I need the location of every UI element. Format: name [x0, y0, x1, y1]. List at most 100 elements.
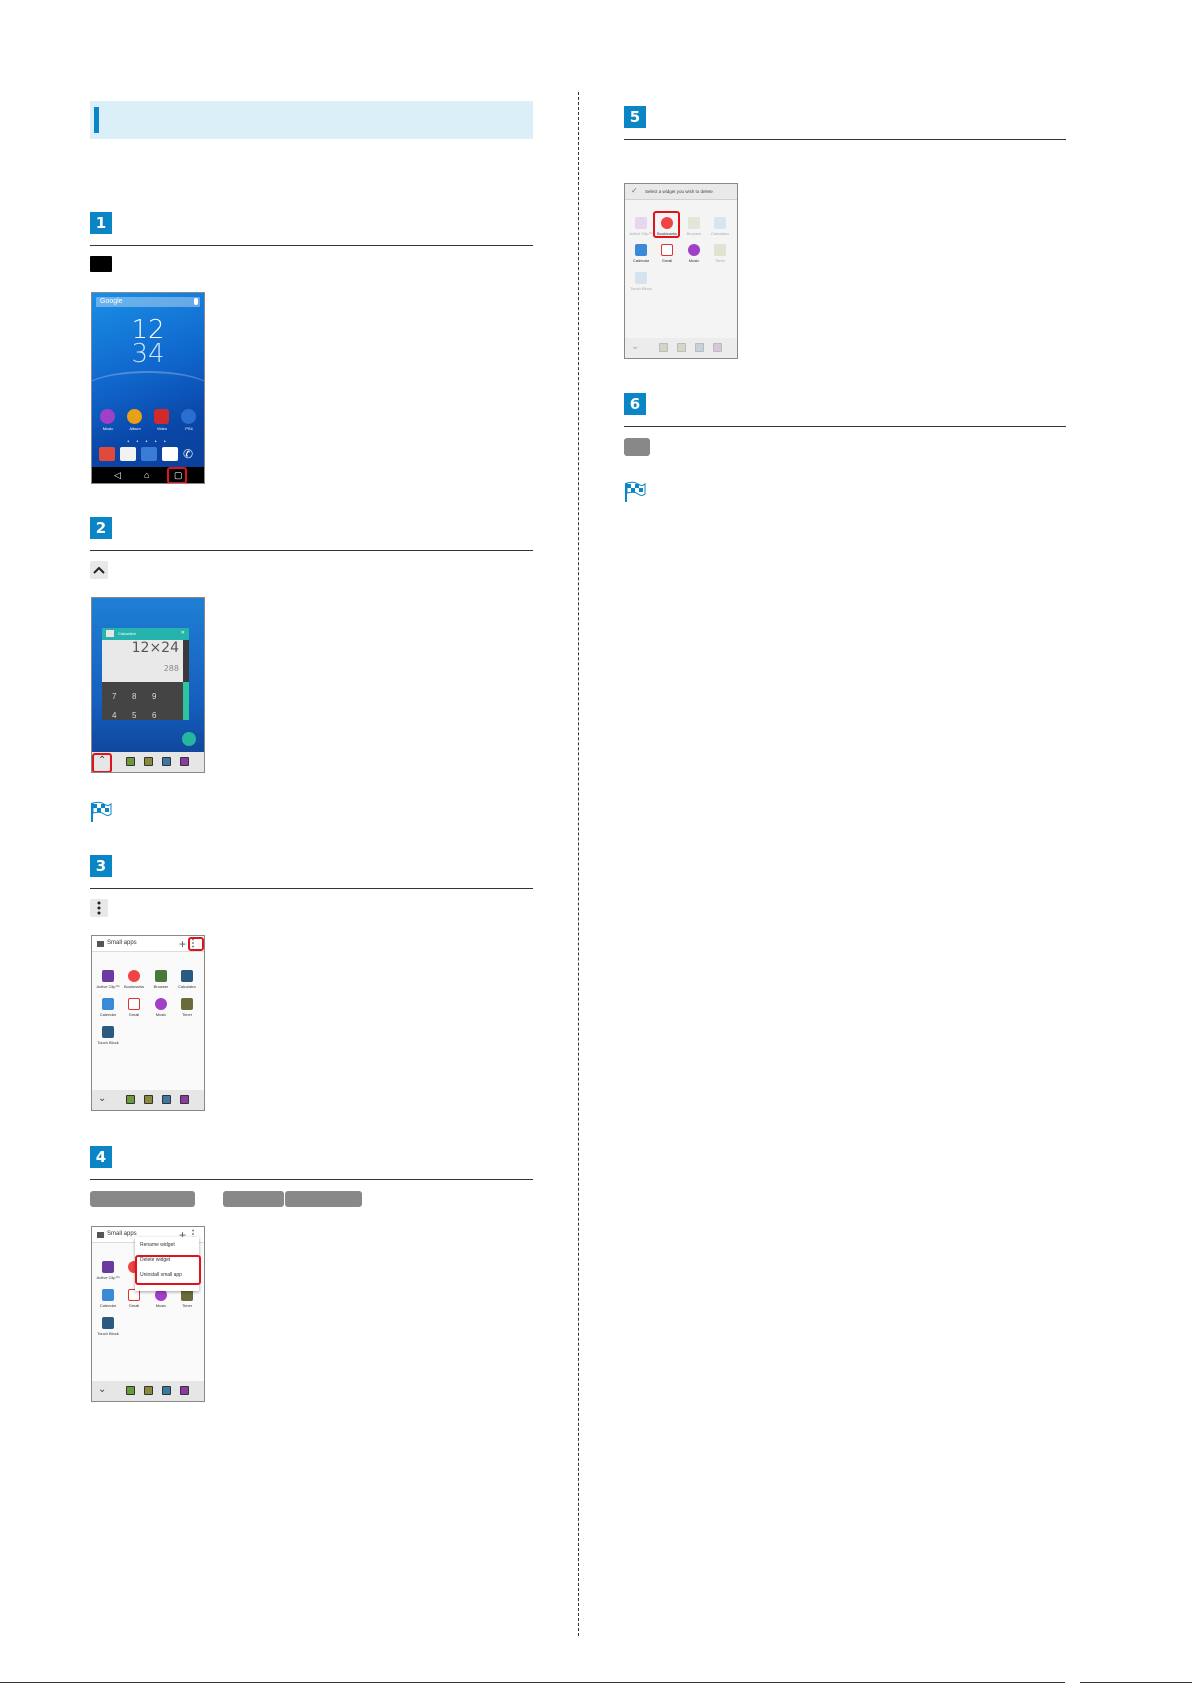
checkmark-icon: ✓ — [631, 186, 638, 195]
dock-icon — [162, 447, 178, 461]
chevron-down-icon: ⌄ — [98, 1093, 107, 1104]
app-label: Active Clip™ — [96, 1275, 120, 1280]
active-clip-icon — [102, 970, 114, 982]
column-divider — [578, 92, 579, 1636]
dock-icon — [141, 447, 157, 461]
ps4-app-icon — [181, 409, 196, 424]
calculator-icon — [181, 970, 193, 982]
dock-icon — [120, 447, 136, 461]
bookmarks-highlight — [653, 211, 680, 238]
touch-block-icon — [102, 1317, 114, 1329]
app-label: Active Clip™ — [96, 984, 120, 989]
step-3-rule — [90, 888, 533, 889]
small-app-icon — [162, 1095, 171, 1104]
step-1-key-icon — [90, 256, 112, 272]
touch-block-icon — [102, 1026, 114, 1038]
music-app-icon — [100, 409, 115, 424]
small-apps-bar: ⌄ — [625, 338, 737, 358]
calculator-key: 8 — [132, 692, 137, 701]
calendar-icon — [102, 1289, 114, 1301]
floating-action-button — [182, 732, 196, 746]
calculator-icon — [714, 217, 726, 229]
footer-rule — [0, 1682, 1065, 1683]
app-label: Gmail — [128, 1303, 140, 1308]
menu-item-rename-widget[interactable]: Rename widget — [140, 1242, 175, 1248]
step-6-rule — [624, 426, 1066, 427]
video-app-icon — [154, 409, 169, 424]
app-label: Bookmarks — [123, 984, 144, 989]
app-label: Gmail — [128, 1012, 140, 1017]
calendar-icon — [635, 244, 647, 256]
finish-flag-icon — [625, 481, 646, 502]
small-app-icon — [144, 757, 153, 766]
calculator-keypad: 7 8 9 4 5 6 — [102, 682, 183, 720]
calculator-card-title: Calculator — [118, 631, 137, 636]
page-dots: • • • • • — [127, 439, 169, 445]
small-apps-bar: ⌄ — [92, 1381, 204, 1401]
timer-icon — [714, 244, 726, 256]
app-label: Touch Block — [630, 286, 652, 291]
delete-widget-title: Select a widget you wish to delete — [645, 189, 713, 194]
music-icon — [155, 998, 167, 1010]
calculator-card-title-bar: Calculator ✕ — [102, 628, 189, 640]
calculator-key: 5 — [132, 711, 137, 720]
delete-key — [285, 1191, 362, 1207]
browser-icon — [155, 970, 167, 982]
app-label: Touch Block — [97, 1040, 119, 1045]
small-app-icon — [659, 343, 668, 352]
small-apps-bar: ⌄ — [92, 1090, 204, 1110]
footer-rule-right — [1080, 1682, 1192, 1683]
app-label: Music — [155, 1012, 167, 1017]
app-label: Music — [688, 258, 700, 263]
music-icon — [688, 244, 700, 256]
expand-highlight — [92, 753, 112, 772]
timer-icon — [181, 998, 193, 1010]
overflow-menu-highlight — [188, 937, 204, 951]
small-app-icon — [144, 1386, 153, 1395]
bookmarks-icon — [128, 970, 140, 982]
grid-icon — [97, 1232, 104, 1238]
small-app-icon — [677, 343, 686, 352]
delete-widget-key — [90, 1191, 195, 1207]
delete-widget-header: ✓ Select a widget you wish to delete — [625, 184, 737, 200]
chevron-down-icon: ⌄ — [98, 1384, 107, 1395]
grid-icon — [97, 941, 104, 947]
app-label: Video — [156, 426, 168, 431]
close-icon: ✕ — [180, 630, 185, 636]
app-label: Album — [129, 426, 141, 431]
small-app-icon — [695, 343, 704, 352]
step-4-rule — [90, 1179, 533, 1180]
finish-flag-icon — [91, 801, 112, 822]
step-6-number: 6 — [624, 393, 646, 415]
nav-bar: ◁ ⌂ ▢ — [92, 467, 204, 483]
small-app-icon — [126, 757, 135, 766]
calculator-key: 7 — [112, 692, 117, 701]
calculator-key: 9 — [152, 692, 157, 701]
confirm-key — [624, 438, 650, 456]
calculator-card: Calculator ✕ 12×24 288 7 8 9 4 5 6 — [102, 628, 189, 720]
step-1-rule — [90, 245, 533, 246]
mic-icon — [194, 298, 198, 305]
touch-block-icon — [635, 272, 647, 284]
section-header — [90, 101, 533, 139]
app-label: Touch Block — [97, 1331, 119, 1336]
app-label: Calendar — [632, 258, 650, 263]
calculator-expression: 12×24 — [131, 640, 179, 656]
wallpaper-wave — [92, 371, 204, 411]
calculator-display: 12×24 288 — [102, 640, 183, 682]
step-5-rule — [624, 139, 1066, 140]
active-clip-icon — [635, 217, 647, 229]
small-app-icon — [180, 1386, 189, 1395]
app-label: Timer — [181, 1012, 193, 1017]
small-app-icon — [162, 1386, 171, 1395]
step-4-number: 4 — [90, 1146, 112, 1168]
small-app-icon — [180, 1095, 189, 1104]
calculator-side-panel — [183, 682, 189, 720]
active-clip-icon — [102, 1261, 114, 1273]
small-apps-screenshot: Small apps + ⋮ Active Clip™ Bookmarks Br… — [91, 935, 205, 1111]
app-label: Music — [155, 1303, 167, 1308]
delete-widget-screenshot: ✓ Select a widget you wish to delete Act… — [624, 183, 738, 359]
expand-key-icon — [90, 561, 108, 579]
home-icon: ⌂ — [144, 470, 150, 480]
google-search-label: Google — [100, 298, 123, 305]
